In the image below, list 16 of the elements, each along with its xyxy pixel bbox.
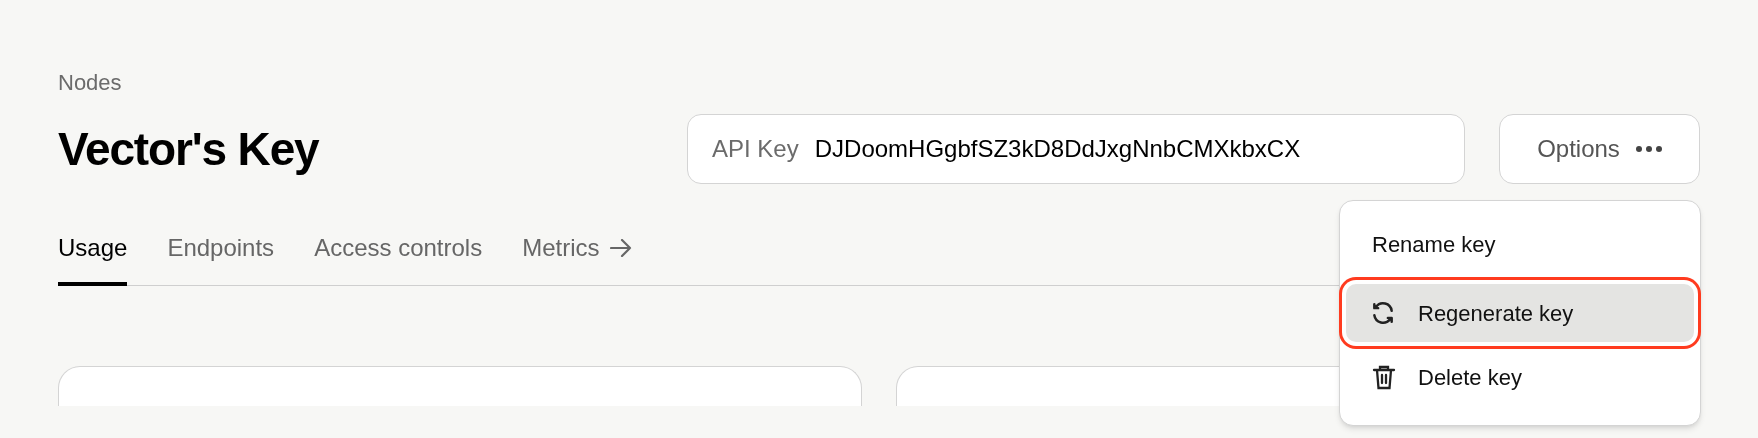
menu-item[interactable]: Regenerate key (1346, 284, 1694, 342)
api-key-value: DJDoomHGgbfSZ3kD8DdJxgNnbCMXkbxCX (814, 134, 1301, 164)
arrow-right-icon (609, 239, 632, 257)
menu-item[interactable]: Delete key (1348, 348, 1692, 406)
menu-item[interactable]: Rename key (1348, 215, 1692, 273)
options-button[interactable]: Options (1499, 114, 1700, 184)
trash-icon (1372, 364, 1396, 390)
breadcrumb[interactable]: Nodes (58, 72, 1700, 94)
tab[interactable]: Usage (58, 236, 128, 286)
refresh-icon (1370, 300, 1396, 326)
tab[interactable]: Endpoints (167, 236, 275, 286)
more-icon (1635, 146, 1662, 152)
field-label: API Key (712, 134, 799, 164)
metrics-link[interactable]: Metrics (522, 236, 632, 286)
tab[interactable]: Access controls (314, 236, 483, 286)
api-key-field[interactable]: API Key DJDoomHGgbfSZ3kD8DdJxgNnbCMXkbxCX (687, 114, 1465, 184)
